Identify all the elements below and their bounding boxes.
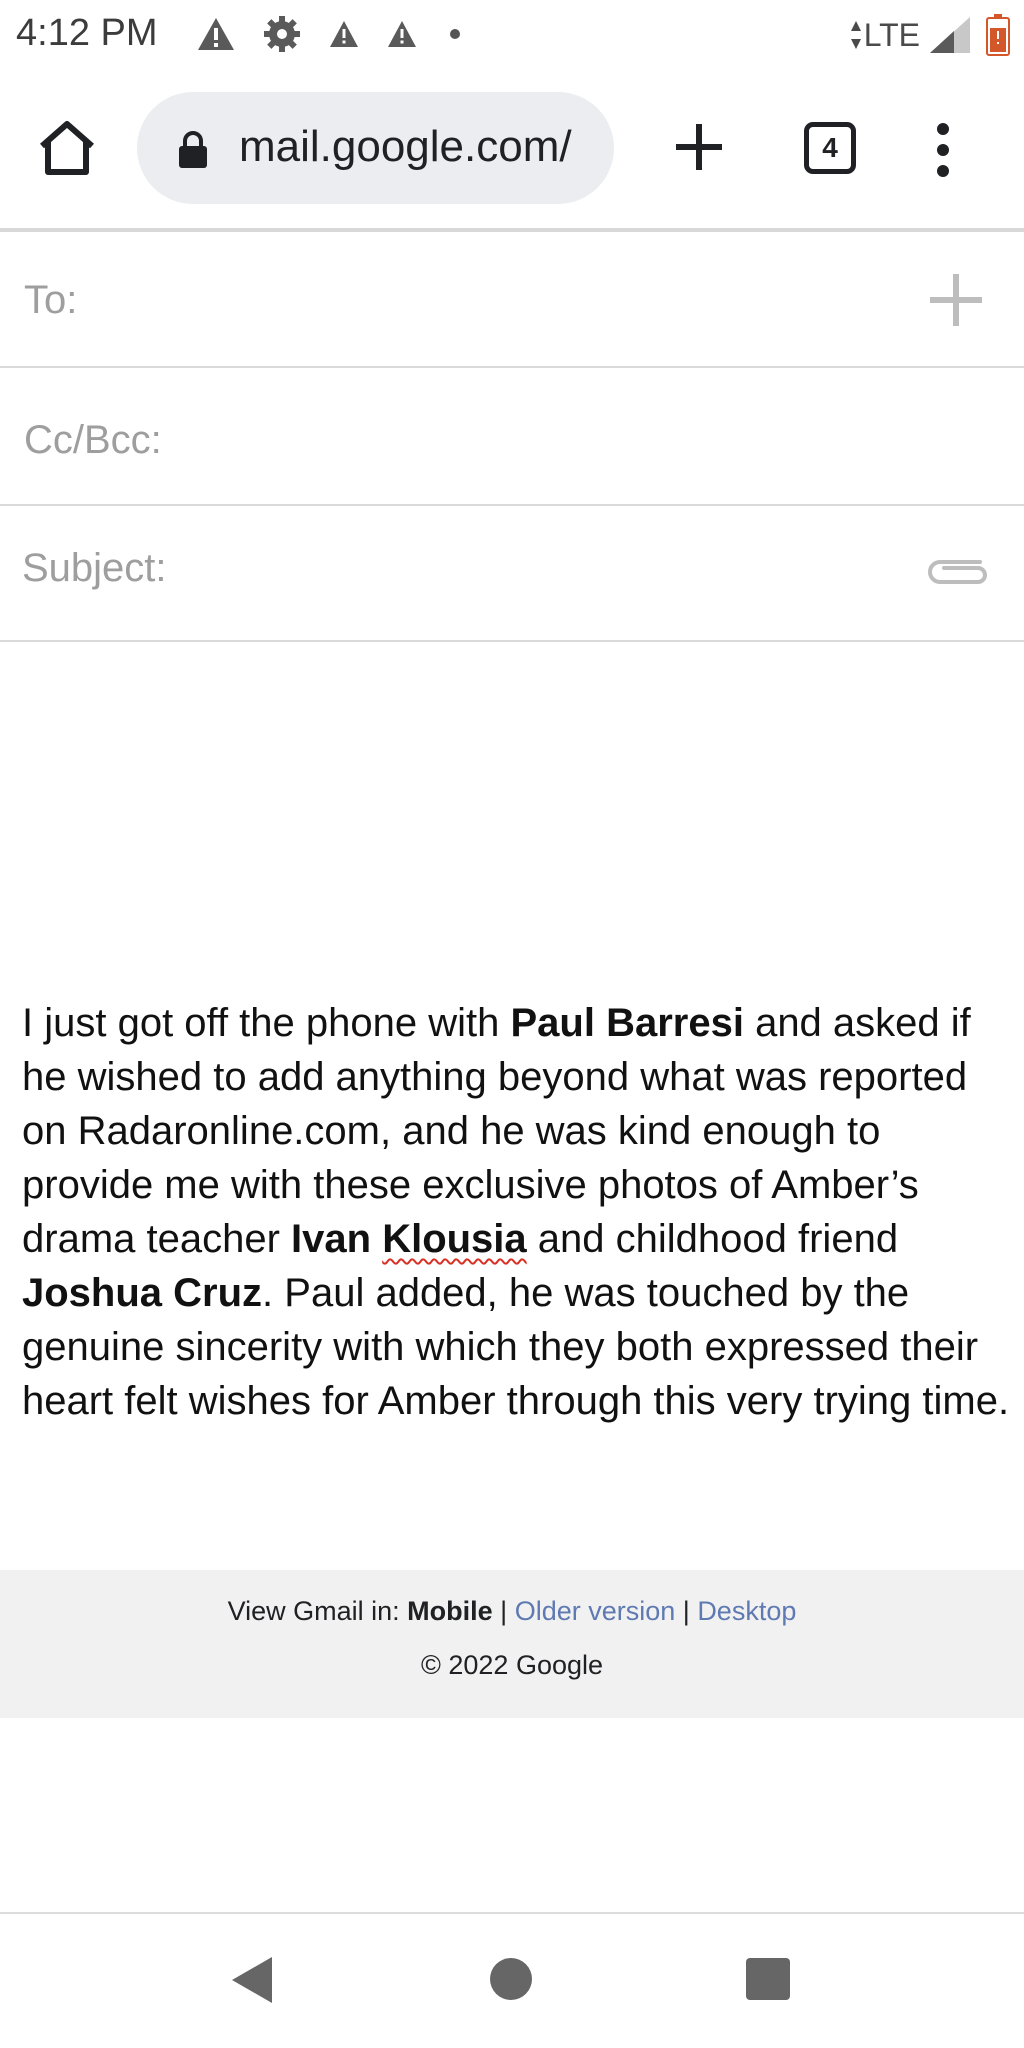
data-arrows-icon: [850, 21, 861, 49]
tabs-icon[interactable]: 4: [804, 122, 856, 174]
view-in-label: View Gmail in:: [227, 1596, 408, 1626]
battery-icon: [986, 14, 1010, 56]
cc-bcc-field[interactable]: Cc/Bcc:: [0, 368, 1024, 506]
gear-icon: [262, 14, 302, 54]
add-recipient-plus-icon[interactable]: [928, 272, 984, 328]
lock-icon: [177, 130, 209, 170]
browser-toolbar: mail.google.com/ 4: [0, 68, 1024, 228]
nav-divider: [0, 1912, 1024, 1914]
home-icon[interactable]: [36, 120, 98, 176]
separator: |: [675, 1596, 698, 1626]
status-bar: 4:12 PM LTE: [0, 0, 1024, 68]
warning-icon: [328, 19, 360, 49]
network-type: LTE: [863, 16, 920, 53]
desktop-link[interactable]: Desktop: [697, 1596, 796, 1626]
back-icon[interactable]: [230, 1955, 274, 2005]
person-name: Joshua Cruz: [22, 1271, 263, 1315]
to-label: To:: [24, 278, 78, 322]
view-gmail-in: View Gmail in: Mobile | Older version | …: [0, 1596, 1024, 1627]
misspelled-word: Klousia: [382, 1217, 527, 1261]
status-time: 4:12 PM: [16, 12, 158, 54]
older-version-link[interactable]: Older version: [515, 1596, 676, 1626]
mobile-view-label: Mobile: [407, 1596, 493, 1626]
body-text: and childhood friend: [526, 1217, 899, 1261]
paperclip-icon[interactable]: [922, 550, 992, 590]
warning-icon: [386, 19, 418, 49]
gmail-footer: View Gmail in: Mobile | Older version | …: [0, 1570, 1024, 1718]
to-field[interactable]: To:: [0, 232, 1024, 368]
more-vert-icon[interactable]: [932, 122, 954, 178]
notification-icons: [196, 14, 486, 54]
subject-label: Subject:: [22, 546, 167, 590]
person-name: Paul Barresi: [510, 1001, 744, 1045]
warning-icon: [196, 16, 236, 52]
recents-icon[interactable]: [746, 1958, 790, 2000]
body-text: I just got off the phone with: [22, 1001, 511, 1045]
home-circle-icon[interactable]: [490, 1958, 532, 2000]
person-name: Ivan: [291, 1217, 383, 1261]
dot-icon: [450, 29, 460, 39]
separator: |: [492, 1596, 515, 1626]
url-text: mail.google.com/: [239, 122, 572, 171]
address-bar[interactable]: mail.google.com/: [137, 92, 614, 204]
system-status-icons: LTE: [850, 14, 1010, 56]
message-body[interactable]: I just got off the phone with Paul Barre…: [22, 996, 1012, 1428]
copyright: © 2022 Google: [420, 1650, 604, 1680]
cc-bcc-label: Cc/Bcc:: [24, 418, 162, 462]
plus-icon[interactable]: [674, 122, 724, 172]
subject-field[interactable]: Subject:: [0, 506, 1024, 642]
signal-icon: [928, 15, 972, 55]
